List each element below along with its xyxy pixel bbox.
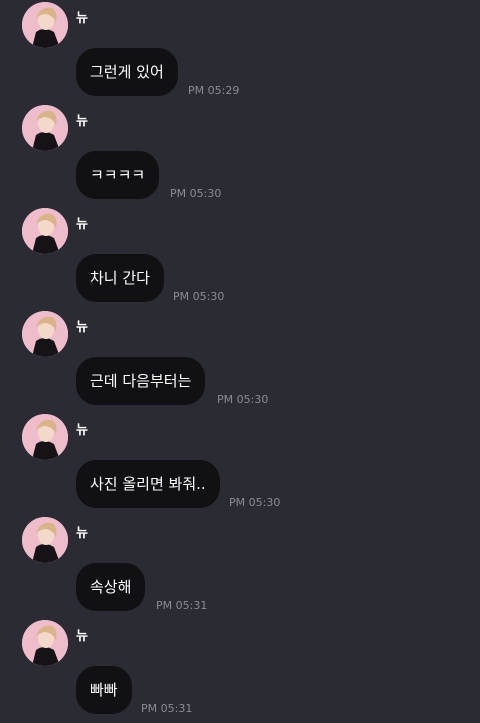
- avatar-image: [22, 208, 68, 254]
- message-time: PM 05:30: [229, 496, 281, 509]
- avatar-image: [22, 2, 68, 48]
- avatar-image: [22, 517, 68, 563]
- message-bubble[interactable]: 근데 다음부터는: [76, 357, 206, 405]
- message-time: PM 05:31: [141, 702, 193, 715]
- sender-name: 뉴: [76, 114, 88, 129]
- message-bubble[interactable]: 사진 올리면 봐줘..: [76, 460, 220, 508]
- sender-name: 뉴: [76, 526, 88, 541]
- message-bubble[interactable]: 차니 간다: [76, 254, 164, 302]
- message-row: 뉴 빠빠 PM 05:31: [0, 620, 480, 723]
- avatar[interactable]: [22, 105, 68, 151]
- avatar-image: [22, 414, 68, 460]
- sender-name: 뉴: [76, 320, 88, 335]
- message-bubble[interactable]: 빠빠: [76, 666, 132, 714]
- message-row: 뉴 차니 간다 PM 05:30: [0, 208, 480, 311]
- message-row: 뉴 그런게 있어 PM 05:29: [0, 2, 480, 105]
- sender-name: 뉴: [76, 217, 88, 232]
- message-row: 뉴 ㅋㅋㅋㅋ PM 05:30: [0, 105, 480, 208]
- message-bubble[interactable]: 속상해: [76, 563, 146, 611]
- avatar[interactable]: [22, 208, 68, 254]
- message-time: PM 05:30: [217, 393, 269, 406]
- message-time: PM 05:29: [188, 84, 240, 97]
- avatar-image: [22, 105, 68, 151]
- message-bubble[interactable]: ㅋㅋㅋㅋ: [76, 151, 160, 199]
- message-row: 뉴 사진 올리면 봐줘.. PM 05:30: [0, 414, 480, 517]
- message-time: PM 05:30: [170, 187, 222, 200]
- sender-name: 뉴: [76, 423, 88, 438]
- message-bubble[interactable]: 그런게 있어: [76, 48, 178, 96]
- avatar[interactable]: [22, 311, 68, 357]
- avatar-image: [22, 311, 68, 357]
- avatar[interactable]: [22, 517, 68, 563]
- sender-name: 뉴: [76, 11, 88, 26]
- avatar-image: [22, 620, 68, 666]
- chat-window[interactable]: 뉴 그런게 있어 PM 05:29 뉴 ㅋㅋㅋㅋ PM 05:30 뉴 차니 간…: [0, 0, 480, 723]
- message-row: 뉴 근데 다음부터는 PM 05:30: [0, 311, 480, 414]
- message-time: PM 05:31: [156, 599, 208, 612]
- avatar[interactable]: [22, 620, 68, 666]
- avatar[interactable]: [22, 414, 68, 460]
- sender-name: 뉴: [76, 629, 88, 644]
- message-row: 뉴 속상해 PM 05:31: [0, 517, 480, 620]
- avatar[interactable]: [22, 2, 68, 48]
- message-time: PM 05:30: [173, 290, 225, 303]
